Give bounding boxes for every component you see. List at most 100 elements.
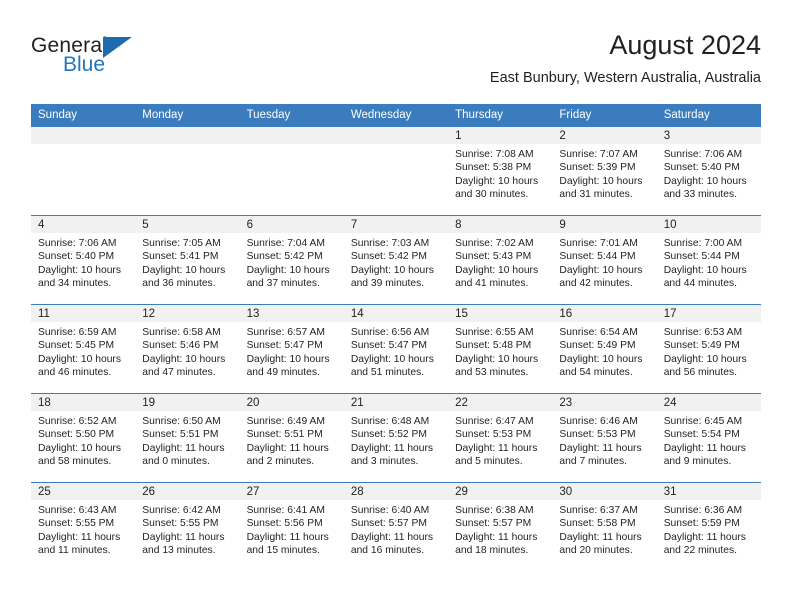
day-number — [135, 127, 240, 144]
calendar-day-cell[interactable]: 24 Sunrise: 6:45 AM Sunset: 5:54 PM Dayligh… — [656, 393, 761, 483]
calendar-day-cell[interactable]: 6 Sunrise: 7:04 AM Sunset: 5:42 PM Daylight… — [239, 215, 344, 305]
day-number: 1 — [448, 127, 553, 144]
calendar-day-cell[interactable]: 9 Sunrise: 7:01 AM Sunset: 5:44 PM Daylight… — [552, 215, 657, 305]
day-daylight-line: and 2 minutes. — [246, 456, 315, 468]
weekday-header-sunday: Sunday — [31, 104, 136, 127]
calendar-day-cell[interactable]: 25 Sunrise: 6:43 AM Sunset: 5:55 PM Dayligh… — [31, 482, 136, 572]
day-daylight-line: and 9 minutes. — [663, 456, 732, 468]
calendar-day-cell[interactable]: 29 Sunrise: 6:38 AM Sunset: 5:57 PM Dayligh… — [448, 482, 553, 572]
weekday-header-tuesday: Tuesday — [239, 104, 344, 127]
day-daylight-line: Daylight: 11 hours — [455, 442, 538, 454]
weekday-header-thursday: Thursday — [448, 104, 553, 127]
day-daylight-line: and 16 minutes. — [350, 545, 425, 557]
day-daylight-line: Daylight: 10 hours — [663, 353, 747, 365]
day-details: Sunrise: 6:54 AM Sunset: 5:49 PM Daylight:… — [552, 322, 656, 380]
calendar-day-cell[interactable]: 23 Sunrise: 6:46 AM Sunset: 5:53 PM Dayligh… — [552, 393, 657, 483]
day-sunrise-line: Sunrise: 6:40 AM — [350, 505, 430, 516]
day-details: Sunrise: 7:00 AM Sunset: 5:44 PM Daylight:… — [657, 233, 761, 291]
day-details: Sunrise: 6:48 AM Sunset: 5:52 PM Daylight:… — [344, 411, 448, 469]
calendar-day-cell[interactable]: 17 Sunrise: 6:53 AM Sunset: 5:49 PM Dayligh… — [656, 304, 761, 394]
day-details: Sunrise: 6:37 AM Sunset: 5:58 PM Daylight:… — [552, 500, 656, 558]
day-daylight-line: and 47 minutes. — [142, 367, 216, 379]
calendar-day-cell[interactable]: 27 Sunrise: 6:41 AM Sunset: 5:56 PM Dayligh… — [239, 482, 344, 572]
calendar-day-cell[interactable]: 10 Sunrise: 7:00 AM Sunset: 5:44 PM Dayligh… — [656, 215, 761, 305]
calendar-day-cell-empty — [135, 126, 240, 216]
day-sunset-line: Sunset: 5:44 PM — [663, 251, 740, 263]
day-daylight-line: and 53 minutes. — [455, 367, 529, 379]
day-details: Sunrise: 7:05 AM Sunset: 5:41 PM Daylight:… — [135, 233, 239, 291]
calendar-day-cell[interactable]: 21 Sunrise: 6:48 AM Sunset: 5:52 PM Dayligh… — [343, 393, 449, 483]
calendar-day-cell[interactable]: 7 Sunrise: 7:03 AM Sunset: 5:42 PM Daylight… — [343, 215, 449, 305]
weekday-header-monday: Monday — [135, 104, 240, 127]
day-number: 16 — [552, 305, 657, 322]
calendar-day-cell[interactable]: 15 Sunrise: 6:55 AM Sunset: 5:48 PM Dayligh… — [448, 304, 553, 394]
day-sunrise-line: Sunrise: 6:45 AM — [663, 416, 743, 427]
day-sunset-line: Sunset: 5:50 PM — [38, 429, 115, 441]
general-blue-logo[interactable]: General Blue — [31, 34, 181, 84]
day-number — [343, 127, 449, 144]
day-sunrise-line: Sunrise: 7:02 AM — [455, 238, 534, 249]
day-details: Sunrise: 6:49 AM Sunset: 5:51 PM Daylight:… — [240, 411, 344, 469]
calendar-day-cell[interactable]: 13 Sunrise: 6:57 AM Sunset: 5:47 PM Dayligh… — [239, 304, 344, 394]
day-details: Sunrise: 7:03 AM Sunset: 5:42 PM Daylight:… — [344, 233, 448, 291]
day-sunset-line: Sunset: 5:38 PM — [455, 162, 532, 174]
day-number — [239, 127, 344, 144]
day-number: 4 — [31, 216, 136, 233]
calendar-week-row: 18 Sunrise: 6:52 AM Sunset: 5:50 PM Dayligh… — [31, 393, 761, 483]
day-details: Sunrise: 6:41 AM Sunset: 5:56 PM Daylight:… — [240, 500, 344, 558]
day-number: 18 — [31, 394, 136, 411]
day-sunset-line: Sunset: 5:49 PM — [559, 340, 636, 352]
day-sunset-line: Sunset: 5:49 PM — [663, 340, 740, 352]
calendar-week-row: 11 Sunrise: 6:59 AM Sunset: 5:45 PM Dayligh… — [31, 304, 761, 394]
calendar-day-cell[interactable]: 11 Sunrise: 6:59 AM Sunset: 5:45 PM Dayligh… — [31, 304, 136, 394]
calendar-day-cell[interactable]: 30 Sunrise: 6:37 AM Sunset: 5:58 PM Dayligh… — [552, 482, 657, 572]
calendar-page: General Blue August 2024 East Bunbury, W… — [0, 0, 792, 612]
day-sunset-line: Sunset: 5:40 PM — [663, 162, 740, 174]
calendar-day-cell[interactable]: 8 Sunrise: 7:02 AM Sunset: 5:43 PM Daylight… — [448, 215, 553, 305]
day-number: 28 — [343, 483, 449, 500]
day-daylight-line: and 31 minutes. — [559, 189, 633, 201]
day-details: Sunrise: 7:06 AM Sunset: 5:40 PM Daylight:… — [657, 144, 761, 202]
calendar-day-cell[interactable]: 31 Sunrise: 6:36 AM Sunset: 5:59 PM Dayligh… — [656, 482, 761, 572]
day-details: Sunrise: 6:36 AM Sunset: 5:59 PM Daylight:… — [657, 500, 761, 558]
day-number — [31, 127, 136, 144]
day-number: 30 — [552, 483, 657, 500]
calendar-day-cell[interactable]: 2 Sunrise: 7:07 AM Sunset: 5:39 PM Daylight… — [552, 126, 657, 216]
day-daylight-line: Daylight: 10 hours — [246, 264, 330, 276]
day-daylight-line: and 34 minutes. — [38, 278, 112, 290]
day-number: 8 — [448, 216, 553, 233]
day-number: 12 — [135, 305, 240, 322]
calendar-day-cell[interactable]: 4 Sunrise: 7:06 AM Sunset: 5:40 PM Daylight… — [31, 215, 136, 305]
calendar-day-cell[interactable]: 16 Sunrise: 6:54 AM Sunset: 5:49 PM Dayligh… — [552, 304, 657, 394]
calendar-day-cell[interactable]: 5 Sunrise: 7:05 AM Sunset: 5:41 PM Daylight… — [135, 215, 240, 305]
calendar-day-cell[interactable]: 28 Sunrise: 6:40 AM Sunset: 5:57 PM Dayligh… — [343, 482, 449, 572]
day-daylight-line: Daylight: 10 hours — [38, 353, 121, 365]
day-sunrise-line: Sunrise: 6:59 AM — [38, 327, 117, 338]
day-sunset-line: Sunset: 5:47 PM — [246, 340, 323, 352]
day-number: 25 — [31, 483, 136, 500]
calendar-day-cell[interactable]: 1 Sunrise: 7:08 AM Sunset: 5:38 PM Daylight… — [448, 126, 553, 216]
calendar-day-cell[interactable]: 22 Sunrise: 6:47 AM Sunset: 5:53 PM Dayligh… — [448, 393, 553, 483]
day-sunset-line: Sunset: 5:56 PM — [246, 518, 323, 530]
calendar-day-cell[interactable]: 19 Sunrise: 6:50 AM Sunset: 5:51 PM Dayligh… — [135, 393, 240, 483]
calendar-day-cell[interactable]: 12 Sunrise: 6:58 AM Sunset: 5:46 PM Dayligh… — [135, 304, 240, 394]
day-daylight-line: and 36 minutes. — [142, 278, 216, 290]
day-number: 29 — [448, 483, 553, 500]
calendar-day-cell-empty — [239, 126, 344, 216]
day-daylight-line: Daylight: 11 hours — [455, 531, 538, 543]
day-details: Sunrise: 6:59 AM Sunset: 5:45 PM Daylight:… — [31, 322, 135, 380]
day-sunrise-line: Sunrise: 6:46 AM — [559, 416, 638, 427]
day-daylight-line: and 7 minutes. — [559, 456, 627, 468]
calendar-day-cell[interactable]: 14 Sunrise: 6:56 AM Sunset: 5:47 PM Dayligh… — [343, 304, 449, 394]
day-number: 21 — [343, 394, 449, 411]
day-daylight-line: and 46 minutes. — [38, 367, 112, 379]
calendar-day-cell[interactable]: 20 Sunrise: 6:49 AM Sunset: 5:51 PM Dayligh… — [239, 393, 344, 483]
day-daylight-line: and 11 minutes. — [38, 545, 111, 557]
calendar-day-cell[interactable]: 3 Sunrise: 7:06 AM Sunset: 5:40 PM Daylight… — [656, 126, 761, 216]
calendar-day-cell[interactable]: 18 Sunrise: 6:52 AM Sunset: 5:50 PM Dayligh… — [31, 393, 136, 483]
day-details: Sunrise: 6:57 AM Sunset: 5:47 PM Daylight:… — [240, 322, 344, 380]
day-sunset-line: Sunset: 5:53 PM — [559, 429, 636, 441]
day-details: Sunrise: 7:08 AM Sunset: 5:38 PM Daylight:… — [448, 144, 552, 202]
calendar-day-cell[interactable]: 26 Sunrise: 6:42 AM Sunset: 5:55 PM Dayligh… — [135, 482, 240, 572]
day-daylight-line: Daylight: 11 hours — [38, 531, 121, 543]
